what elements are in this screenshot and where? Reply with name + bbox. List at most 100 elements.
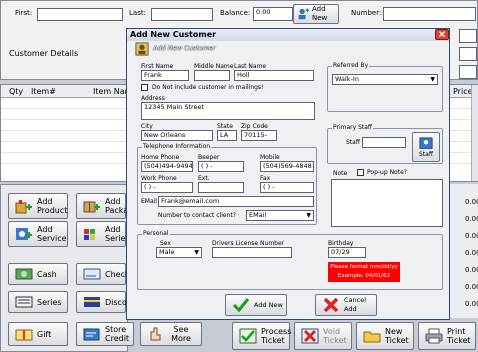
home-phone-input[interactable]: (504)494-9494 xyxy=(141,161,193,172)
add-product-button[interactable]: Add Product xyxy=(8,193,68,219)
sex-label: Sex xyxy=(160,240,171,247)
note-label: Note xyxy=(333,170,348,177)
birthday-label: Birthday xyxy=(328,240,354,247)
last-name-input[interactable]: Holl xyxy=(234,70,314,81)
address-label: Address xyxy=(141,95,165,102)
ext-input[interactable] xyxy=(198,182,244,193)
void-ticket-button[interactable]: Void Ticket xyxy=(294,322,352,350)
contact-label: Number to contact client? xyxy=(158,212,236,219)
telephone-legend: Telephone Information xyxy=(142,143,212,150)
customer-icon xyxy=(135,42,149,56)
process-ticket-button[interactable]: Process Ticket xyxy=(232,322,291,350)
check-button[interactable]: Check xyxy=(76,263,130,285)
sex-select[interactable]: Male ▼ xyxy=(156,247,202,258)
add-service-icon xyxy=(16,228,32,240)
birthday-hint-line-2: Example: 04/01/62 xyxy=(337,273,391,279)
add-new-button[interactable]: Add New xyxy=(225,294,287,316)
add-package-button[interactable]: Add Packa xyxy=(76,193,129,219)
total-value: 0.00 xyxy=(465,300,478,308)
total-value: 0.00 xyxy=(465,215,478,223)
total-value: 0.00 xyxy=(465,249,478,257)
middle-name-input[interactable] xyxy=(194,70,230,81)
telephone-group: Telephone Information Home Phone (504)49… xyxy=(137,143,317,225)
license-input[interactable] xyxy=(212,247,292,258)
chevron-down-icon: ▼ xyxy=(430,76,435,83)
address-input[interactable]: 12345 Main Street xyxy=(141,102,315,120)
cash-icon xyxy=(15,268,33,280)
grid-scrollbar[interactable] xyxy=(471,85,478,181)
zip-label: Zip Code xyxy=(241,123,268,130)
add-product-label: Add Product xyxy=(37,197,68,215)
mobile-input[interactable]: (504)569-4848 xyxy=(260,161,314,172)
total-value: 0.00 xyxy=(465,198,478,206)
see-more-button[interactable]: See More xyxy=(140,322,202,346)
city-input[interactable]: New Orleans xyxy=(141,130,213,141)
fax-input[interactable]: ( ) - xyxy=(260,182,314,193)
referred-select[interactable]: Walk-In ▼ xyxy=(332,74,438,85)
staff-input[interactable] xyxy=(362,137,406,148)
zip-input[interactable]: 70115- xyxy=(241,130,277,141)
detail-input-1[interactable] xyxy=(459,29,477,43)
work-phone-input[interactable]: ( ) - xyxy=(141,182,193,193)
cancel-add-button[interactable]: Cancel Add xyxy=(315,294,377,316)
cash-button[interactable]: Cash xyxy=(8,263,68,285)
add-new-label: Add New xyxy=(312,5,328,22)
close-button[interactable] xyxy=(435,29,449,40)
staff-group: Primary Staff Staff Staff xyxy=(327,124,443,164)
new-ticket-button[interactable]: New Ticket xyxy=(356,322,414,350)
gift-button[interactable]: Gift xyxy=(8,322,68,346)
series-label: Series xyxy=(37,297,62,307)
dialog-title: Add New Customer xyxy=(130,30,217,39)
first-name-input[interactable]: Frank xyxy=(141,70,189,81)
number-input[interactable] xyxy=(383,7,476,21)
referred-value: Walk-In xyxy=(335,75,359,83)
add-new-customer-button[interactable]: Add New xyxy=(293,4,339,24)
customer-details-label: Customer Details xyxy=(9,49,79,58)
email-input[interactable]: Frank@email.com xyxy=(158,196,314,207)
popup-note-label: Pop-up Note? xyxy=(367,169,407,176)
total-value: 0.00 xyxy=(465,283,478,291)
work-phone-label: Work Phone xyxy=(141,175,177,182)
contact-select[interactable]: EMail ▼ xyxy=(246,210,314,221)
state-input[interactable]: LA xyxy=(217,130,237,141)
void-ticket-label: Void Ticket xyxy=(323,327,347,345)
chevron-down-icon: ▼ xyxy=(306,212,311,219)
city-label: City xyxy=(141,123,153,130)
col-qty: Qty xyxy=(9,87,24,96)
staff-legend: Primary Staff xyxy=(332,124,374,131)
detail-input-2[interactable] xyxy=(459,47,477,61)
check-icon xyxy=(83,268,101,280)
store-credit-button[interactable]: Store Credit xyxy=(76,322,134,346)
discount-button[interactable]: Discou xyxy=(76,291,132,313)
col-price: Price xyxy=(453,87,473,96)
print-ticket-button[interactable]: Print Ticket xyxy=(418,322,476,350)
fax-label: Fax xyxy=(260,175,271,182)
add-series-button[interactable]: Add Series xyxy=(76,221,130,247)
void-ticket-icon xyxy=(301,328,319,344)
ext-label: Ext. xyxy=(198,175,210,182)
print-ticket-icon xyxy=(425,328,443,344)
birthday-input[interactable]: 07/29 xyxy=(328,247,366,258)
beeper-input[interactable]: ( ) - xyxy=(198,161,244,172)
mobile-label: Mobile xyxy=(260,154,280,161)
series-button[interactable]: Series xyxy=(8,291,68,313)
no-mailings-checkbox[interactable] xyxy=(141,84,148,91)
staff-label: Staff xyxy=(346,139,360,146)
balance-input[interactable]: 0.00 xyxy=(253,7,293,21)
license-label: Drivers License Number xyxy=(212,240,285,247)
popup-note-checkbox[interactable] xyxy=(357,169,364,176)
number-label: Number: xyxy=(351,9,382,17)
add-service-button[interactable]: Add Service xyxy=(8,221,68,247)
first-input[interactable] xyxy=(37,8,123,21)
detail-input-3[interactable] xyxy=(459,65,477,79)
note-input[interactable] xyxy=(331,179,443,227)
sex-value: Male xyxy=(159,248,175,256)
last-input[interactable] xyxy=(151,8,213,21)
first-label: First: xyxy=(15,9,33,17)
referred-legend: Referred By xyxy=(332,62,370,69)
store-credit-label: Store Credit xyxy=(105,325,130,343)
staff-button[interactable]: Staff xyxy=(412,132,440,162)
last-name-label: Last Name xyxy=(234,63,267,70)
add-package-label: Add Packa xyxy=(105,197,129,215)
checkmark-icon xyxy=(232,298,250,313)
